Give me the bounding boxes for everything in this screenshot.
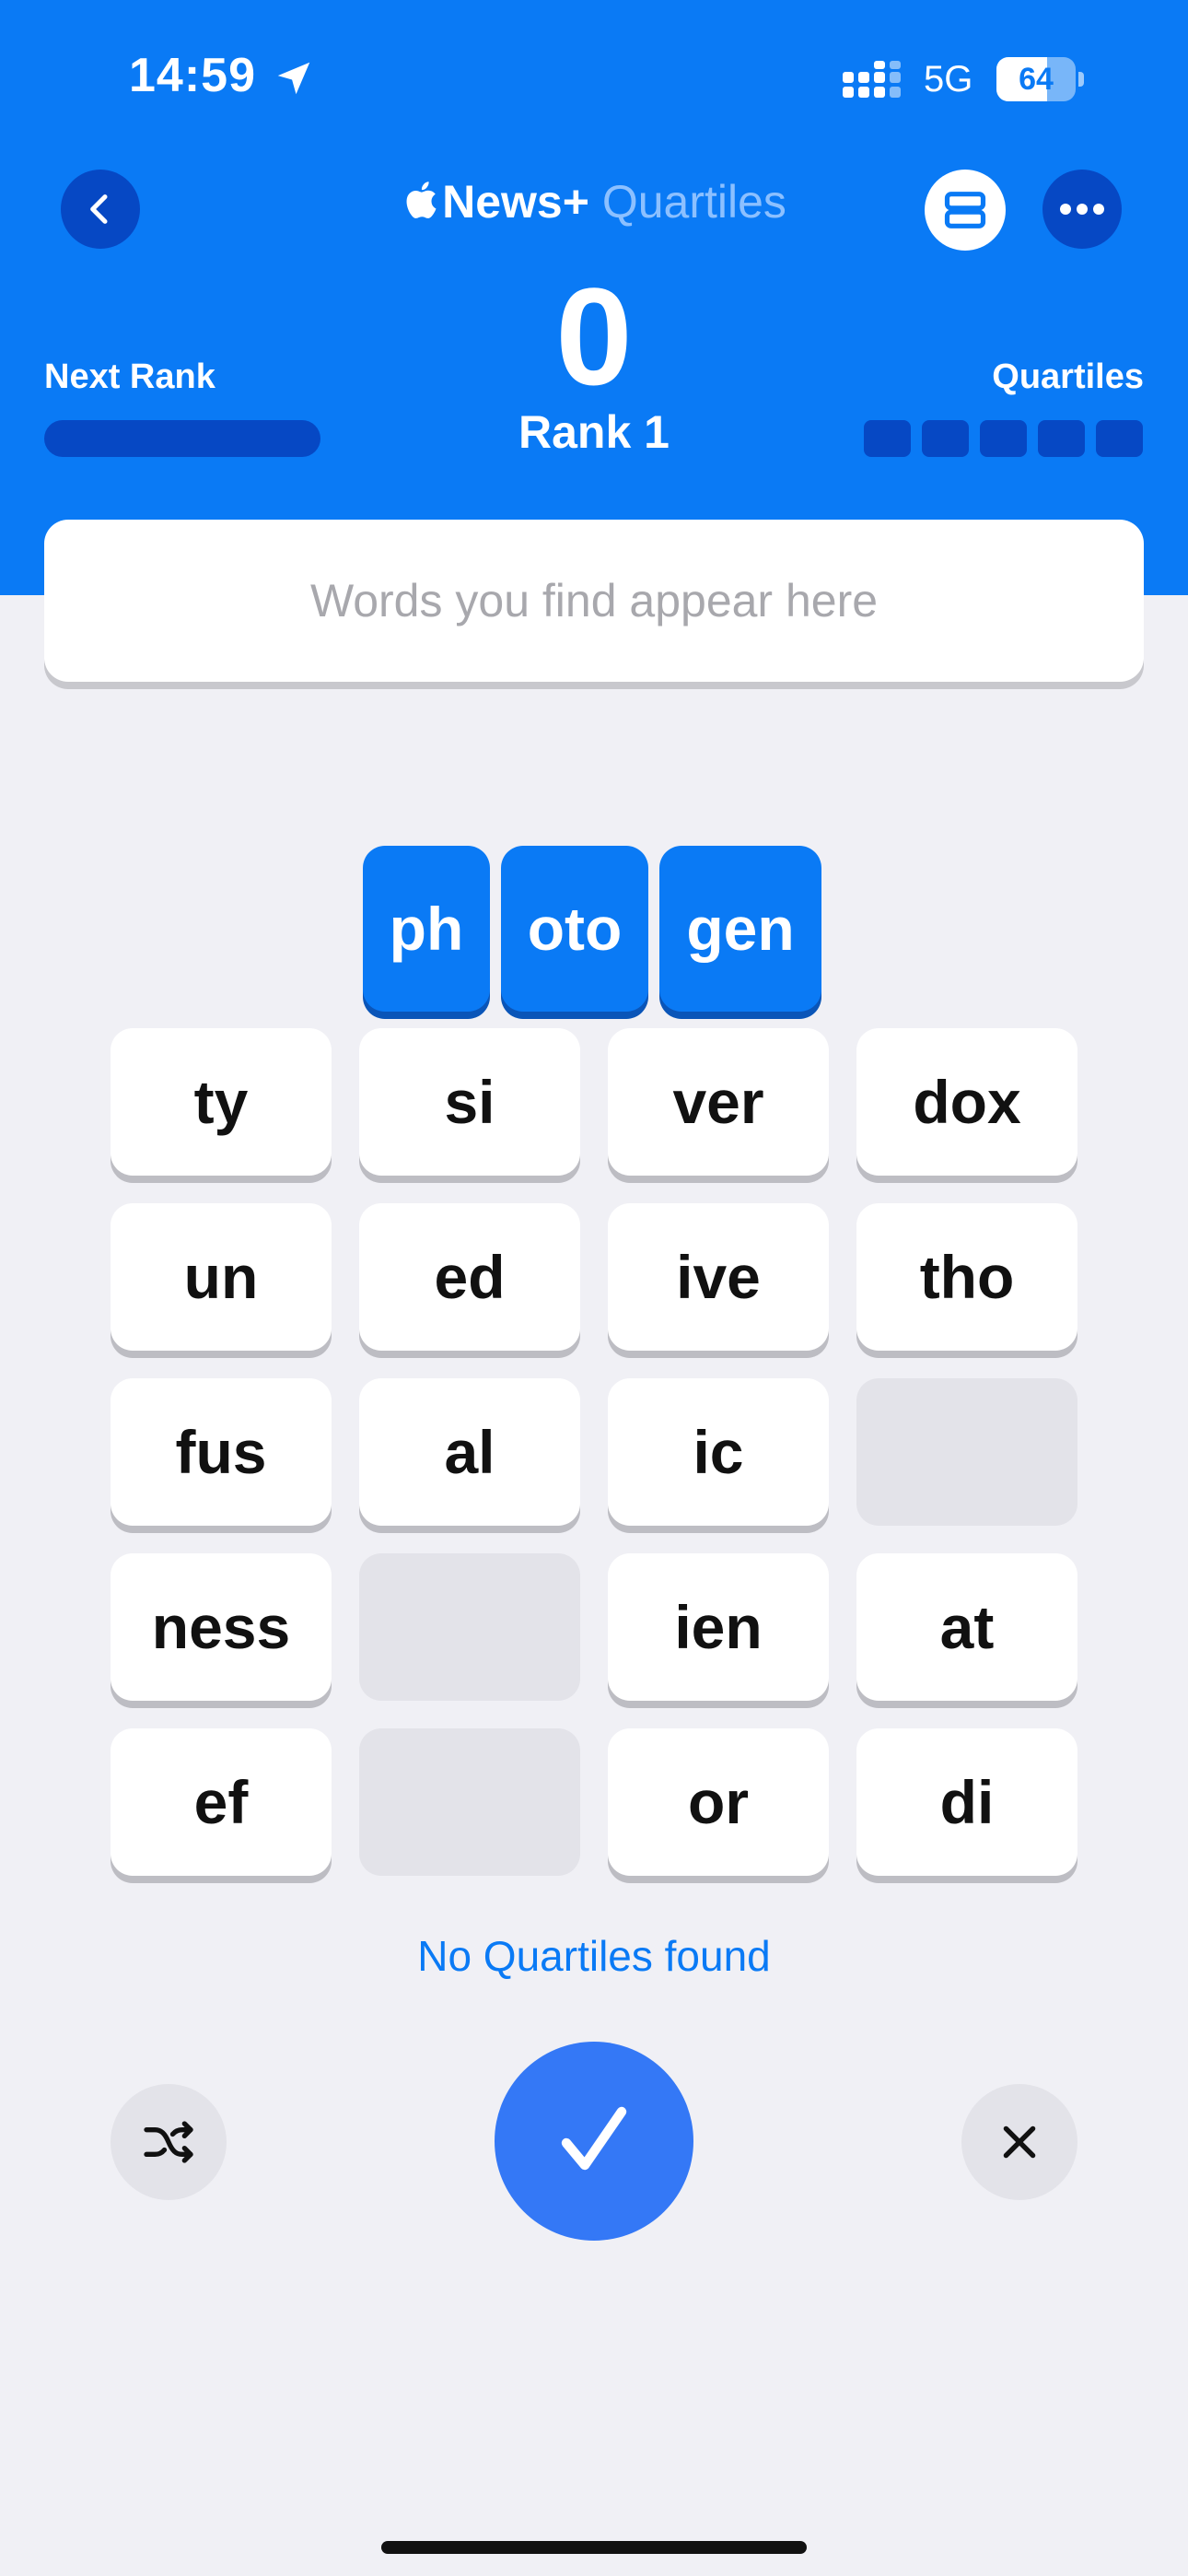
letter-tile[interactable]: ness [111, 1553, 332, 1701]
selected-tiles: ph oto gen [363, 846, 821, 1012]
letter-tile[interactable]: or [608, 1728, 829, 1876]
ellipsis-icon [1060, 204, 1104, 215]
clear-selection-button[interactable] [961, 2084, 1077, 2200]
apple-logo-icon [406, 181, 437, 218]
location-arrow-icon [277, 62, 310, 95]
letter-tile[interactable]: dox [856, 1028, 1077, 1176]
found-words-placeholder: Words you find appear here [309, 575, 879, 626]
letter-tile[interactable]: un [111, 1203, 332, 1351]
quartile-slot [1096, 420, 1143, 457]
quartile-slot [980, 420, 1027, 457]
archive-icon [944, 192, 986, 228]
letter-tile[interactable]: ed [359, 1203, 580, 1351]
letter-tile[interactable]: ef [111, 1728, 332, 1876]
signal-icon [843, 61, 901, 98]
found-words-box[interactable]: Words you find appear here [44, 520, 1144, 682]
empty-tile-slot [359, 1728, 580, 1876]
network-type: 5G [924, 59, 973, 100]
next-rank-label: Next Rank [44, 357, 215, 396]
submit-button[interactable] [495, 2042, 693, 2241]
empty-tile-slot [856, 1378, 1077, 1526]
quartiles-status-message: No Quartiles found [417, 1932, 771, 1980]
checkmark-icon [561, 2106, 627, 2171]
quartile-slots [864, 420, 1143, 457]
letter-tile[interactable]: ien [608, 1553, 829, 1701]
letter-tile[interactable]: ic [608, 1378, 829, 1526]
letter-tile[interactable]: si [359, 1028, 580, 1176]
letter-tile[interactable]: ty [111, 1028, 332, 1176]
letter-tile[interactable]: ive [608, 1203, 829, 1351]
quartile-slot [922, 420, 969, 457]
next-rank-progress-bar [44, 420, 320, 457]
quartiles-label: Quartiles [992, 357, 1144, 396]
letter-tile[interactable]: at [856, 1553, 1077, 1701]
app-brand: News+ [442, 176, 589, 228]
battery-percent: 64 [1019, 62, 1054, 97]
shuffle-icon [144, 2121, 193, 2163]
letter-tile[interactable]: tho [856, 1203, 1077, 1351]
game-name: Quartiles [601, 176, 786, 228]
tile-grid: ty si ver dox un ed ive tho fus al ic ness ien at ef or… [111, 1028, 1077, 1876]
selected-tile[interactable]: oto [501, 846, 648, 1012]
quartile-slot [864, 420, 911, 457]
letter-tile[interactable]: al [359, 1378, 580, 1526]
selected-tile[interactable]: ph [363, 846, 490, 1012]
empty-tile-slot [359, 1553, 580, 1701]
battery-icon: 64 [996, 57, 1085, 101]
status-time: 14:59 [129, 49, 256, 102]
archive-button[interactable] [925, 170, 1006, 251]
letter-tile[interactable]: di [856, 1728, 1077, 1876]
selected-tile[interactable]: gen [659, 846, 821, 1012]
letter-tile[interactable]: ver [608, 1028, 829, 1176]
app-title: News+ Quartiles [0, 175, 1188, 228]
shuffle-button[interactable] [111, 2084, 227, 2200]
more-button[interactable] [1042, 170, 1122, 249]
quartile-slot [1038, 420, 1085, 457]
close-icon [1003, 2125, 1036, 2159]
letter-tile[interactable]: fus [111, 1378, 332, 1526]
home-indicator [381, 2541, 807, 2554]
